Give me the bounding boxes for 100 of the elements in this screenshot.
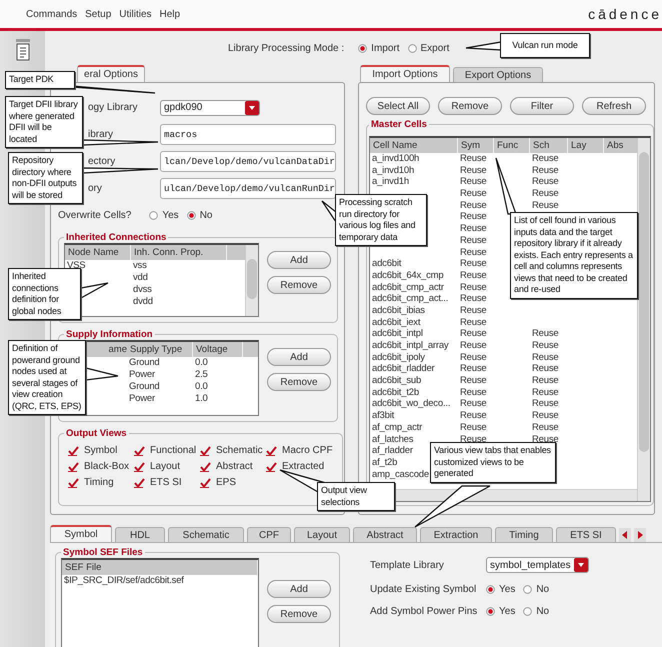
- table-cell-text: Reuse: [531, 363, 558, 376]
- radio-button[interactable]: [408, 44, 417, 52]
- checkbox[interactable]: [134, 446, 145, 456]
- document-icon[interactable]: [16, 39, 30, 61]
- table-cell[interactable]: adc6bit_sub: [370, 375, 422, 387]
- column-header[interactable]: Node Name: [65, 245, 131, 260]
- tab[interactable]: HDL: [115, 527, 165, 542]
- radio-button[interactable]: [358, 44, 368, 52]
- table-cell[interactable]: af_cmp_actr: [370, 422, 422, 434]
- scrollbar[interactable]: [637, 138, 650, 501]
- scroll-left-icon[interactable]: [619, 528, 631, 542]
- radio-button[interactable]: [523, 607, 532, 616]
- menu-item[interactable]: Utilities: [119, 8, 152, 20]
- checkbox[interactable]: [200, 462, 211, 472]
- tab[interactable]: Schematic: [168, 527, 244, 542]
- table-cell[interactable]: adc6bit_ipoly: [370, 352, 425, 364]
- callout: List of cell found in various inputs data and the target repository library if it already exists. Each entry represents a cell and columns represents views that need to be created and re-used: [510, 212, 638, 298]
- action-button[interactable]: Add: [267, 251, 331, 269]
- column-header[interactable]: Lay: [568, 138, 604, 153]
- menu-item[interactable]: Setup: [85, 8, 112, 20]
- column-header[interactable]: Supply Type: [127, 342, 193, 357]
- radio-button[interactable]: [486, 585, 495, 594]
- checkbox[interactable]: [266, 446, 277, 456]
- table-cell[interactable]: adc6bit_cmp_actr: [370, 282, 444, 294]
- table-cell[interactable]: $IP_SRC_DIR/sef/adc6bit.sef: [62, 575, 184, 588]
- action-button[interactable]: Remove: [267, 373, 331, 391]
- tab[interactable]: Symbol: [50, 525, 112, 542]
- action-button[interactable]: Remove: [267, 276, 331, 294]
- table-cell[interactable]: adc6bit_rladder: [370, 363, 434, 376]
- table-cell-text: Reuse: [459, 375, 486, 387]
- checkbox[interactable]: [68, 478, 79, 488]
- tab[interactable]: eral Options: [77, 65, 145, 82]
- column-header[interactable]: Voltage: [193, 342, 243, 357]
- tab[interactable]: Layout: [294, 527, 350, 542]
- input-field[interactable]: macros: [160, 124, 336, 145]
- group-title: Inherited Connections: [65, 232, 168, 243]
- column-header[interactable]: SEF File: [62, 560, 258, 575]
- column-header[interactable]: Cell Name: [370, 138, 458, 153]
- action-button[interactable]: Refresh: [582, 97, 646, 115]
- table-cell[interactable]: a_invd1h: [370, 176, 409, 188]
- table-cell-text: Reuse: [531, 352, 558, 364]
- column-header[interactable]: Sch: [530, 138, 568, 153]
- column-header[interactable]: Sym: [458, 138, 494, 153]
- library-dropdown[interactable]: gpdk090: [160, 100, 260, 116]
- tab[interactable]: Timing: [495, 527, 553, 542]
- field-label: ogy Library: [88, 102, 138, 113]
- table-cell[interactable]: adc6bit_intpl_array: [370, 340, 448, 352]
- tab[interactable]: ETS SI: [556, 527, 616, 542]
- radio-button[interactable]: [149, 211, 158, 220]
- checkbox[interactable]: [134, 478, 145, 488]
- menu-item[interactable]: Help: [160, 8, 180, 20]
- radio-button[interactable]: [186, 211, 196, 220]
- action-button[interactable]: Select All: [366, 97, 430, 115]
- template-dropdown[interactable]: symbol_templates: [486, 557, 589, 573]
- menu-item[interactable]: Commands: [26, 8, 78, 20]
- checkbox[interactable]: [200, 446, 211, 456]
- group-title: Symbol SEF Files: [62, 547, 144, 558]
- table-cell-text: Reuse: [459, 398, 486, 410]
- table-cell[interactable]: adc6bit_wo_deco...: [370, 398, 450, 410]
- scrollbar[interactable]: [245, 245, 258, 316]
- checkbox[interactable]: [68, 462, 79, 472]
- table-cell[interactable]: amp_cascode: [370, 468, 429, 480]
- table-cell[interactable]: adc6bit_cmp_act...: [370, 293, 448, 305]
- radio-button[interactable]: [523, 585, 532, 594]
- table-cell-text: Reuse: [531, 375, 558, 387]
- checkbox[interactable]: [68, 446, 79, 456]
- checkbox[interactable]: [266, 462, 277, 472]
- radio-button[interactable]: [486, 607, 495, 616]
- checkbox[interactable]: [200, 478, 211, 488]
- table-cell[interactable]: adc6bit: [370, 258, 402, 270]
- scroll-right-icon[interactable]: [634, 528, 646, 542]
- tab[interactable]: Extraction: [420, 527, 492, 542]
- action-button[interactable]: Remove: [267, 605, 331, 623]
- tab[interactable]: Export Options: [453, 67, 543, 82]
- tab[interactable]: Import Options: [360, 65, 450, 82]
- column-header[interactable]: Inh. Conn. Prop.: [131, 245, 227, 260]
- action-button[interactable]: Filter: [510, 97, 574, 115]
- action-button[interactable]: Add: [267, 348, 331, 366]
- table-cell[interactable]: af3bit: [370, 410, 394, 422]
- table-cell[interactable]: adc6bit_64x_cmp: [370, 270, 444, 282]
- table-cell[interactable]: adc6bit_intpl: [370, 328, 423, 340]
- checkbox[interactable]: [134, 462, 145, 472]
- table-cell[interactable]: af_rladder: [370, 445, 413, 457]
- action-button[interactable]: Add: [267, 580, 331, 598]
- action-button[interactable]: Remove: [438, 97, 502, 115]
- table-cell[interactable]: adc6bit_iext: [370, 316, 420, 328]
- field-label: ibrary: [88, 129, 114, 140]
- table-cell[interactable]: a_invd100h: [370, 153, 420, 165]
- table-cell[interactable]: a_invd10h: [370, 164, 414, 176]
- table-cell[interactable]: af_t2b: [370, 456, 398, 469]
- tab[interactable]: CPF: [247, 527, 291, 542]
- column-header[interactable]: Func: [494, 138, 530, 153]
- column-header[interactable]: ame: [106, 342, 127, 357]
- table-cell[interactable]: adc6bit_t2b: [370, 386, 419, 398]
- table-cell-text: Reuse: [459, 352, 486, 364]
- tab[interactable]: Abstract: [353, 527, 417, 542]
- callout-pointer: [80, 282, 109, 300]
- table-cell[interactable]: adc6bit_ibias: [370, 304, 425, 317]
- input-field[interactable]: lcan/Develop/demo/vulcanDataDir: [160, 151, 336, 172]
- table-cell[interactable]: af_latches: [370, 434, 414, 446]
